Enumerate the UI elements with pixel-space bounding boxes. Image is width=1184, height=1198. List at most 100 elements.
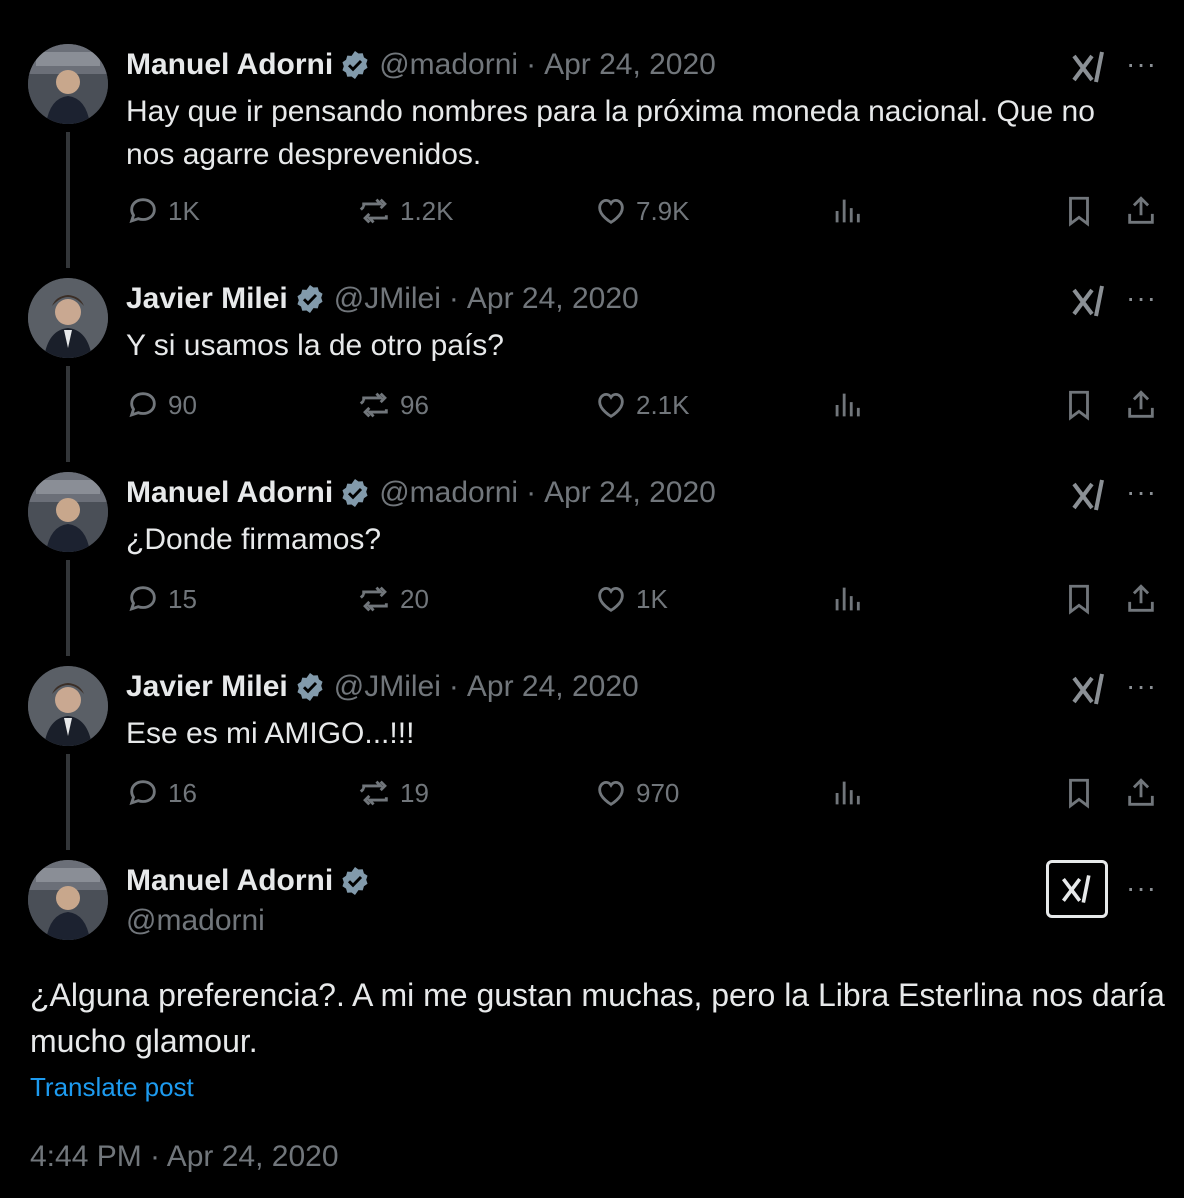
reply-button[interactable]: 16 [126, 776, 197, 810]
author-name[interactable]: Javier Milei [126, 282, 288, 316]
bookmark-button[interactable] [1062, 388, 1096, 422]
reply-button[interactable]: 1K [126, 194, 200, 228]
author-name[interactable]: Manuel Adorni [126, 48, 333, 82]
post-date[interactable]: Apr 24, 2020 [467, 670, 639, 704]
verified-badge-icon [342, 867, 368, 895]
bookmark-icon [1069, 778, 1089, 809]
tweet-header: Manuel Adorni @madorni · Apr 24, 2020 [126, 476, 716, 510]
author-name[interactable]: Manuel Adorni [126, 476, 333, 510]
post-date[interactable]: Apr 24, 2020 [467, 282, 639, 316]
repost-button[interactable]: 96 [358, 388, 429, 422]
author-name[interactable]: Manuel Adorni [126, 864, 333, 898]
tweet-header: Javier Milei @JMilei · Apr 24, 2020 [126, 282, 639, 316]
views-icon [835, 781, 860, 805]
translate-link[interactable]: Translate post [30, 1072, 194, 1103]
views-button[interactable] [830, 194, 864, 228]
repost-icon [359, 198, 388, 224]
verified-badge-icon [297, 673, 323, 701]
views-icon [835, 199, 860, 223]
like-count: 2.1K [636, 389, 690, 420]
bookmark-icon [1069, 196, 1089, 227]
share-button[interactable] [1124, 582, 1158, 616]
repost-icon [359, 392, 388, 418]
grok-icon[interactable] [1068, 668, 1110, 710]
author-handle[interactable]: @madorni [379, 476, 518, 510]
tweet-text: ¿Donde firmamos? [126, 523, 382, 556]
reply-count: 15 [168, 583, 197, 614]
more-icon[interactable]: ··· [1126, 50, 1157, 78]
reply-icon [129, 586, 156, 612]
like-icon [598, 198, 624, 224]
thread-line [66, 754, 70, 850]
grok-icon[interactable] [1068, 280, 1110, 322]
bookmark-button[interactable] [1062, 776, 1096, 810]
more-icon[interactable]: ··· [1126, 672, 1157, 700]
author-handle[interactable]: @madorni [379, 48, 518, 82]
grok-icon[interactable] [1068, 46, 1110, 88]
views-button[interactable] [830, 776, 864, 810]
views-button[interactable] [830, 388, 864, 422]
share-button[interactable] [1124, 194, 1158, 228]
avatar[interactable] [28, 860, 108, 940]
bookmark-icon [1069, 390, 1089, 421]
like-icon [598, 392, 624, 418]
more-icon[interactable]: ··· [1126, 874, 1157, 902]
tweet-header: Javier Milei @JMilei · Apr 24, 2020 [126, 670, 639, 704]
share-icon [1128, 196, 1154, 224]
separator: · [448, 282, 459, 315]
share-button[interactable] [1124, 776, 1158, 810]
reply-count: 1K [168, 195, 200, 226]
like-icon [598, 780, 624, 806]
bookmark-button[interactable] [1062, 582, 1096, 616]
separator: · [526, 48, 537, 81]
tweet-header: Manuel Adorni @madorni · Apr 24, 2020 [126, 48, 716, 82]
reply-icon [129, 392, 156, 418]
grok-icon[interactable] [1046, 860, 1108, 918]
views-button[interactable] [830, 582, 864, 616]
tweet-header: Manuel Adorni [126, 864, 379, 898]
post-date[interactable]: Apr 24, 2020 [544, 48, 716, 82]
reply-button[interactable]: 90 [126, 388, 197, 422]
repost-button[interactable]: 19 [358, 776, 429, 810]
author-handle[interactable]: @JMilei [334, 282, 441, 316]
author-handle[interactable]: @madorni [126, 904, 265, 938]
author-name[interactable]: Javier Milei [126, 670, 288, 704]
action-bar: 16 19 970 [126, 776, 1166, 816]
repost-count: 1.2K [400, 195, 454, 226]
repost-count: 96 [400, 389, 429, 420]
tweet-text: ¿Alguna preferencia?. A mi me gustan muc… [30, 977, 1165, 1059]
thread-line [66, 560, 70, 656]
like-button[interactable]: 2.1K [594, 388, 690, 422]
repost-button[interactable]: 1.2K [358, 194, 454, 228]
repost-button[interactable]: 20 [358, 582, 429, 616]
like-button[interactable]: 1K [594, 582, 668, 616]
like-button[interactable]: 970 [594, 776, 679, 810]
reply-button[interactable]: 15 [126, 582, 197, 616]
author-handle[interactable]: @JMilei [334, 670, 441, 704]
reply-icon [129, 780, 156, 806]
reply-icon [129, 198, 156, 224]
action-bar: 90 96 2.1K [126, 388, 1166, 428]
more-icon[interactable]: ··· [1126, 478, 1157, 506]
avatar[interactable] [28, 666, 108, 746]
post-timestamp[interactable]: 4:44 PM · Apr 24, 2020 [30, 1140, 339, 1174]
action-bar: 15 20 1K [126, 582, 1166, 622]
thread-line [66, 132, 70, 268]
avatar[interactable] [28, 44, 108, 124]
more-icon[interactable]: ··· [1126, 284, 1157, 312]
like-icon [598, 586, 624, 612]
repost-icon [359, 586, 388, 612]
thread-line [66, 366, 70, 462]
bookmark-button[interactable] [1062, 194, 1096, 228]
action-bar: 1K 1.2K 7.9K [126, 194, 1166, 234]
like-count: 7.9K [636, 195, 690, 226]
like-button[interactable]: 7.9K [594, 194, 690, 228]
reply-count: 90 [168, 389, 197, 420]
avatar[interactable] [28, 278, 108, 358]
post-date[interactable]: Apr 24, 2020 [544, 476, 716, 510]
share-icon [1128, 390, 1154, 418]
share-button[interactable] [1124, 388, 1158, 422]
grok-icon[interactable] [1068, 474, 1110, 516]
avatar[interactable] [28, 472, 108, 552]
like-count: 970 [636, 777, 680, 808]
